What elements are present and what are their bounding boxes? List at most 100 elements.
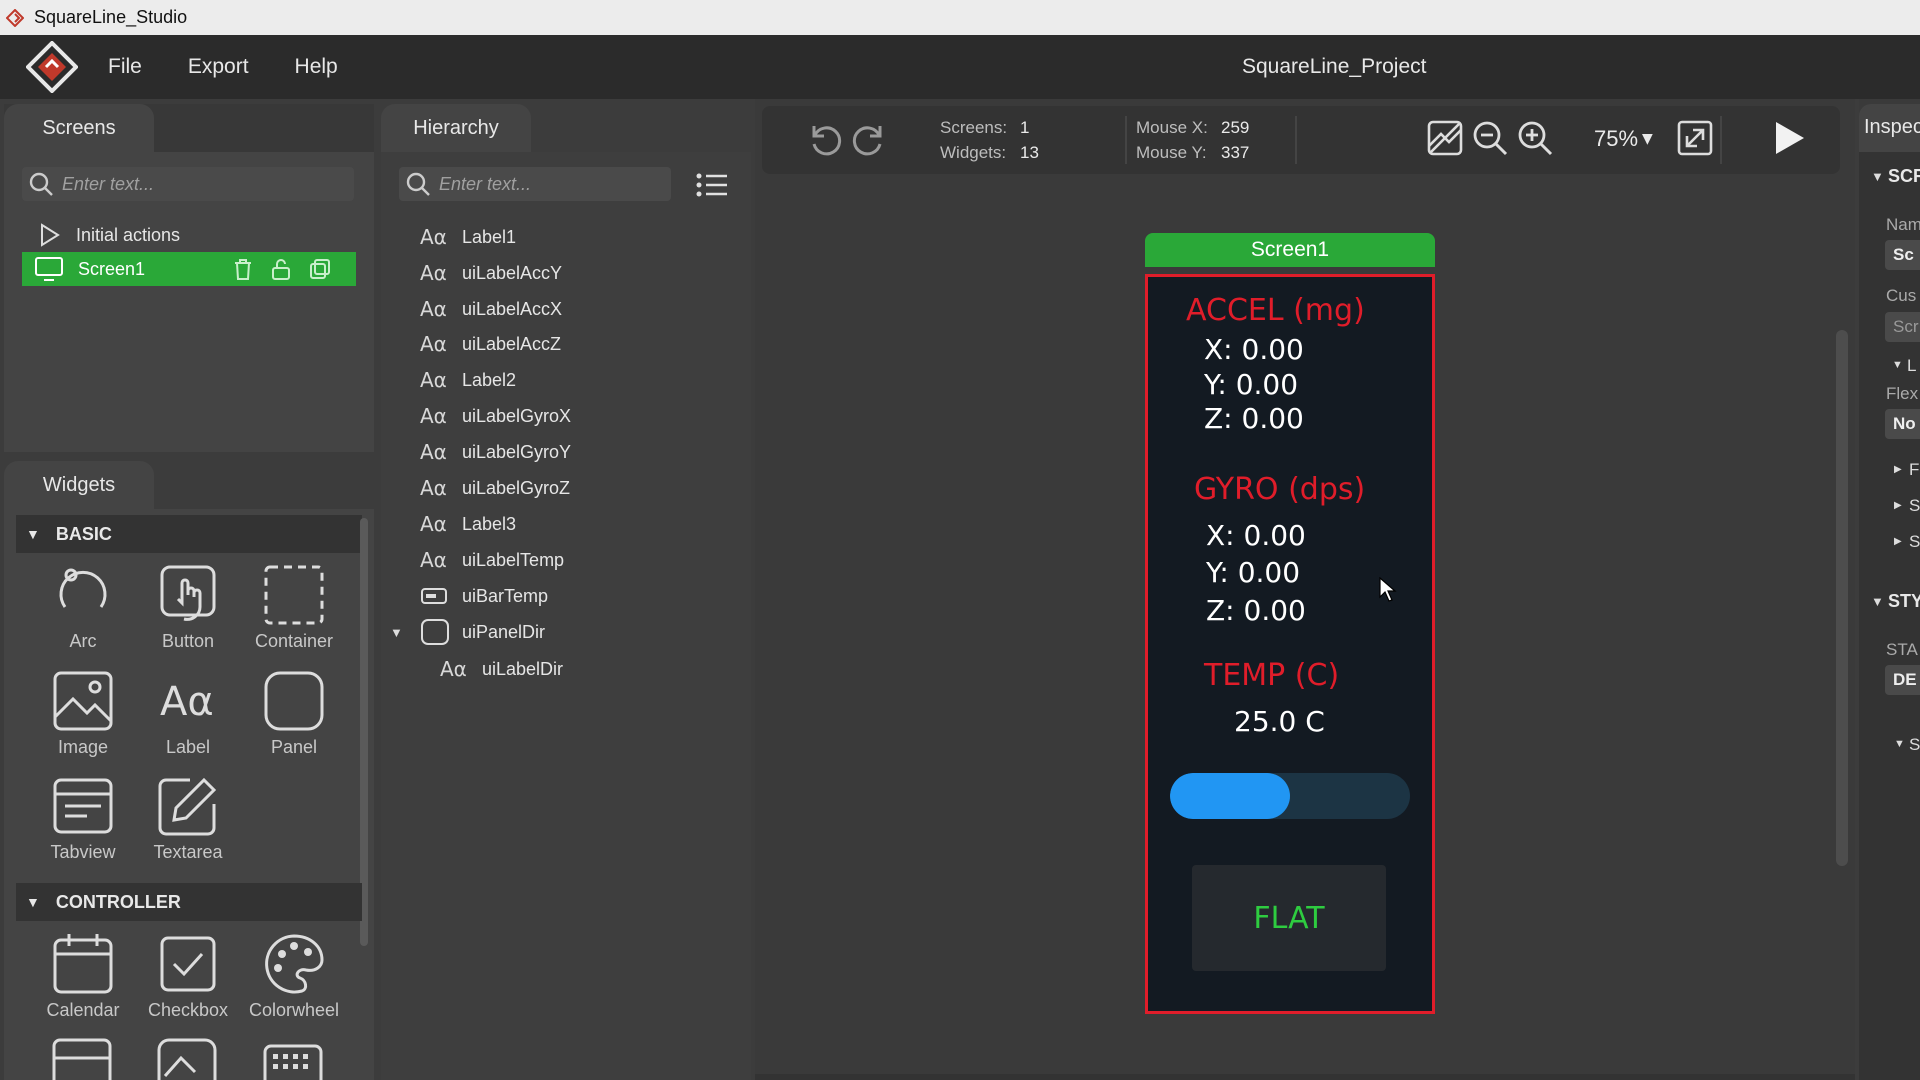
tab-hierarchy[interactable]: Hierarchy	[381, 104, 531, 152]
widget-textarea[interactable]: Textarea	[138, 774, 238, 874]
inspector-name-input[interactable]: Sc	[1885, 240, 1920, 270]
fit-screen-icon[interactable]	[1675, 118, 1715, 158]
inspector-s2-label[interactable]: S	[1909, 532, 1920, 552]
hierarchy-item[interactable]: Aα uiLabelAccX	[420, 293, 562, 325]
inspector-s1-label[interactable]: S	[1909, 496, 1920, 516]
imgbutton-icon[interactable]	[155, 1036, 219, 1080]
inspector-layout-label[interactable]: L	[1907, 356, 1916, 376]
widget-panel[interactable]: Panel	[244, 669, 344, 769]
gyro-y-label[interactable]: Y: 0.00	[1206, 556, 1300, 589]
screens-search[interactable]	[22, 167, 354, 201]
label-icon: Aα	[420, 440, 447, 464]
hierarchy-item[interactable]: uiBarTemp	[420, 580, 548, 612]
trash-icon[interactable]	[232, 257, 254, 281]
hierarchy-item-label: uiLabelTemp	[462, 549, 565, 570]
accel-x-label[interactable]: X: 0.00	[1204, 333, 1304, 366]
duplicate-icon[interactable]	[308, 257, 332, 281]
hierarchy-item-label: uiLabelAccX	[462, 298, 563, 319]
zoom-in-icon[interactable]	[1515, 118, 1555, 158]
zoom-out-icon[interactable]	[1470, 118, 1510, 158]
collapse-arrow-icon[interactable]: ▼	[1894, 738, 1905, 750]
accel-title-label[interactable]: ACCEL (mg)	[1186, 293, 1365, 328]
temp-bar[interactable]	[1170, 773, 1410, 819]
redo-icon[interactable]	[850, 118, 890, 158]
basic-section-header[interactable]: ▼ BASIC	[16, 515, 362, 553]
expand-arrow-icon[interactable]: ▶	[1894, 536, 1902, 547]
tab-screens[interactable]: Screens	[4, 104, 154, 152]
screen-item-label: Screen1	[78, 258, 146, 279]
inspector-s3-label[interactable]: S	[1909, 735, 1920, 755]
canvas-scrollbar[interactable]	[1836, 330, 1848, 866]
screens-search-input[interactable]	[62, 173, 242, 195]
collapse-arrow-icon[interactable]: ▼	[1892, 359, 1903, 371]
undo-icon[interactable]	[804, 118, 844, 158]
inspector-style-section[interactable]: STYI	[1888, 591, 1920, 612]
button-icon	[160, 565, 216, 621]
hierarchy-item[interactable]: Aα Label1	[420, 221, 516, 253]
gyro-title-label[interactable]: GYRO (dps)	[1194, 472, 1365, 507]
widget-tabview[interactable]: Tabview	[33, 774, 133, 874]
play-icon[interactable]	[1768, 118, 1808, 158]
hierarchy-item[interactable]: Aα Label3	[420, 508, 516, 540]
gyro-x-label[interactable]: X: 0.00	[1206, 519, 1306, 552]
hierarchy-search[interactable]	[399, 167, 671, 201]
initial-actions-item[interactable]: Initial actions	[22, 218, 356, 252]
inspector-f-label[interactable]: F	[1909, 460, 1919, 480]
hierarchy-item[interactable]: Aα uiLabelGyroY	[420, 436, 571, 468]
widget-image[interactable]: Image	[33, 669, 133, 769]
list-view-icon[interactable]	[695, 170, 729, 200]
expand-arrow-icon[interactable]: ▶	[1894, 464, 1902, 475]
widget-textarea-label: Textarea	[153, 842, 223, 862]
keyboard-icon[interactable]	[261, 1036, 325, 1080]
menu-file[interactable]: File	[108, 55, 142, 79]
screen-preview[interactable]: ACCEL (mg) X: 0.00 Y: 0.00 Z: 0.00 GYRO …	[1145, 274, 1435, 1014]
background-image-icon[interactable]	[1425, 118, 1465, 158]
hierarchy-search-input[interactable]	[439, 173, 619, 195]
dropdown-icon[interactable]	[50, 1036, 114, 1080]
inspector-custom-input[interactable]: Scr	[1885, 312, 1920, 342]
tab-inspector[interactable]: Inspec	[1859, 104, 1920, 152]
widget-arc[interactable]: Arc	[33, 563, 133, 663]
widget-button[interactable]: Button	[138, 563, 238, 663]
direction-panel[interactable]: FLAT	[1192, 865, 1386, 971]
play-outline-icon	[41, 223, 60, 247]
accel-y-label[interactable]: Y: 0.00	[1204, 368, 1298, 401]
widget-label[interactable]: Aα Label	[138, 669, 238, 769]
accel-z-label[interactable]: Z: 0.00	[1204, 402, 1304, 435]
inspector-state-select[interactable]: DE	[1885, 665, 1920, 695]
temp-value-label[interactable]: 25.0 C	[1234, 705, 1325, 738]
hierarchy-item[interactable]: Aα uiLabelDir	[440, 653, 563, 685]
widgets-scrollbar[interactable]	[360, 518, 368, 946]
hierarchy-item[interactable]: Aα uiLabelGyroZ	[420, 472, 570, 504]
screen-list-item-screen1[interactable]: Screen1	[22, 252, 356, 286]
expand-arrow-icon[interactable]: ▶	[1894, 500, 1902, 511]
direction-label[interactable]: FLAT	[1253, 901, 1324, 936]
widget-checkbox[interactable]: Checkbox	[138, 932, 238, 1032]
widget-colorwheel[interactable]: Colorwheel	[244, 932, 344, 1032]
hierarchy-item[interactable]: ▼ uiPanelDir	[390, 616, 545, 648]
collapse-arrow-icon[interactable]: ▼	[1871, 169, 1884, 184]
hierarchy-item[interactable]: Aα Label2	[420, 364, 516, 396]
hierarchy-item-label: uiLabelAccY	[462, 262, 563, 283]
widget-container[interactable]: Container	[244, 563, 344, 663]
lock-open-icon[interactable]	[270, 257, 292, 281]
zoom-dropdown[interactable]: 75% ▼	[1594, 126, 1653, 152]
menu-export[interactable]: Export	[188, 55, 249, 79]
widget-calendar[interactable]: Calendar	[33, 932, 133, 1032]
expand-arrow-icon[interactable]: ▼	[390, 625, 403, 640]
hierarchy-item[interactable]: Aα uiLabelAccY	[420, 257, 562, 289]
inspector-flex-select[interactable]: No	[1885, 409, 1920, 439]
inspector-screen-section[interactable]: SCR	[1888, 166, 1920, 187]
tab-widgets[interactable]: Widgets	[4, 461, 154, 509]
hierarchy-item[interactable]: Aα uiLabelAccZ	[420, 328, 561, 360]
screen-preview-tab[interactable]: Screen1	[1145, 233, 1435, 267]
hierarchy-item[interactable]: Aα uiLabelTemp	[420, 544, 564, 576]
gyro-z-label[interactable]: Z: 0.00	[1206, 594, 1306, 627]
menu-help[interactable]: Help	[295, 55, 338, 79]
collapse-arrow-icon[interactable]: ▼	[1871, 594, 1884, 609]
hierarchy-item[interactable]: Aα uiLabelGyroX	[420, 400, 571, 432]
controller-section-header[interactable]: ▼ CONTROLLER	[16, 883, 362, 921]
canvas-hscrollbar[interactable]	[755, 1074, 1855, 1080]
temp-title-label[interactable]: TEMP (C)	[1204, 658, 1339, 693]
window-title: SquareLine_Studio	[34, 7, 188, 27]
